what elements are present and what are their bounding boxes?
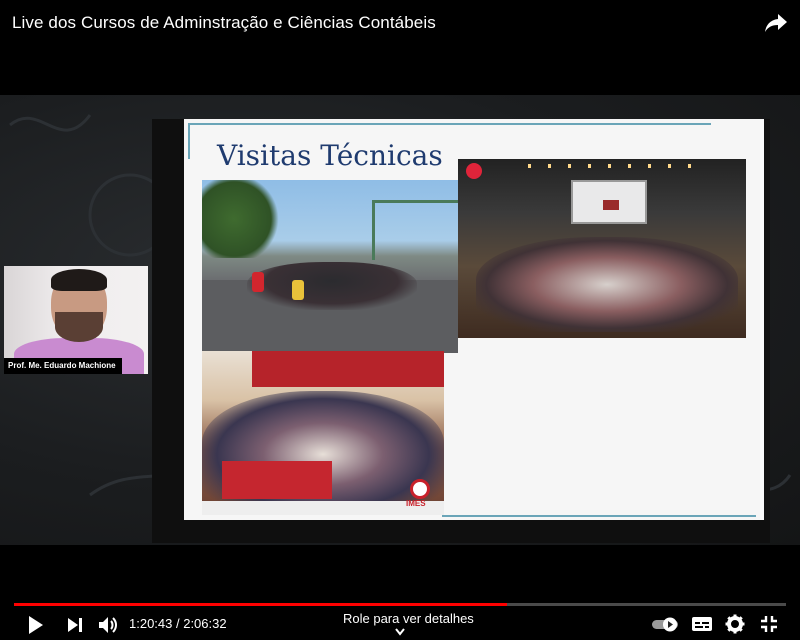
details-hint[interactable]: Role para ver detalhes bbox=[343, 611, 474, 626]
subtitles-icon[interactable] bbox=[691, 615, 713, 633]
share-arrow-icon[interactable] bbox=[764, 12, 788, 34]
photo-trees bbox=[202, 180, 282, 258]
balloon-logo-icon bbox=[466, 163, 484, 193]
restaurant-tables bbox=[222, 461, 332, 499]
slide-title: Visitas Técnicas bbox=[217, 139, 443, 172]
photo-port-visit bbox=[202, 180, 458, 353]
ceiling-lights bbox=[528, 164, 698, 168]
player-top-bar: Live dos Cursos de Adminstração e Ciênci… bbox=[0, 0, 800, 95]
autoplay-toggle-icon[interactable] bbox=[651, 616, 681, 632]
photo-person bbox=[252, 272, 264, 292]
slide-side-rule bbox=[188, 123, 190, 159]
presentation-slide: Visitas Técnicas IMES bbox=[184, 119, 764, 520]
progress-bar[interactable] bbox=[14, 603, 786, 606]
projection-screen bbox=[571, 180, 647, 224]
presenter-beard bbox=[55, 312, 103, 342]
exit-fullscreen-icon[interactable] bbox=[760, 615, 778, 633]
imes-logo-text: IMES bbox=[406, 499, 426, 508]
chevron-down-icon[interactable] bbox=[395, 628, 405, 636]
photo-person bbox=[292, 280, 304, 300]
photo-group bbox=[247, 262, 417, 310]
restaurant-signs bbox=[252, 351, 444, 387]
volume-icon[interactable] bbox=[97, 614, 119, 636]
gear-icon[interactable] bbox=[725, 614, 745, 634]
time-display: 1:20:43 / 2:06:32 bbox=[129, 616, 227, 631]
slide-bottom-rule bbox=[442, 515, 756, 517]
progress-played bbox=[14, 603, 507, 606]
player-controls: 1:20:43 / 2:06:32 Role para ver detalhes bbox=[0, 610, 800, 640]
slide-top-rule bbox=[188, 123, 711, 125]
photo-auditorium-visit bbox=[458, 159, 746, 338]
presenter-hair bbox=[51, 269, 107, 291]
photo-cranes bbox=[372, 200, 458, 260]
imes-logo: IMES bbox=[406, 479, 438, 513]
presenter-name-tag: Prof. Me. Eduardo Machione bbox=[4, 358, 122, 374]
photo-restaurant-visit: IMES bbox=[202, 351, 444, 515]
photo-group bbox=[476, 237, 738, 332]
play-icon[interactable] bbox=[27, 615, 45, 635]
skip-next-icon[interactable] bbox=[66, 616, 84, 634]
video-title[interactable]: Live dos Cursos de Adminstração e Ciênci… bbox=[12, 13, 436, 33]
